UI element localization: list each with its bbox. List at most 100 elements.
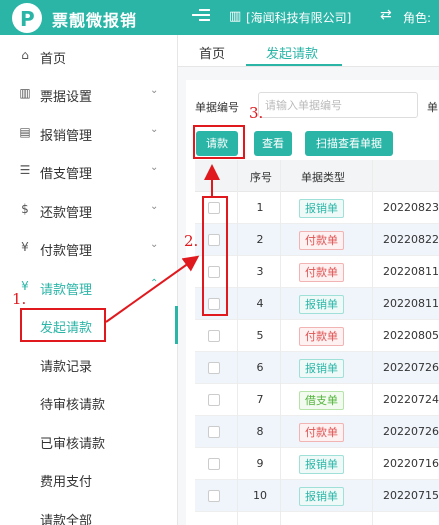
table-row[interactable]: 1 报销单 2022082303 [195, 192, 439, 224]
view-button[interactable]: 查看 [254, 131, 292, 156]
table-row[interactable]: 10 报销单 2022071504 [195, 480, 439, 512]
sidebar-item-loans[interactable]: ☰ 借支管理 ⌄ [0, 152, 178, 190]
chevron-down-icon: ⌄ [150, 85, 159, 96]
sidebar-item-reimbursement[interactable]: ▤ 报销管理 ⌄ [0, 114, 178, 152]
row-checkbox[interactable] [208, 490, 220, 502]
tab-bar: 首页 发起请款 [178, 35, 439, 67]
sidebar-item-repayment[interactable]: $ 还款管理 ⌄ [0, 191, 178, 229]
company-name[interactable]: [海闻科技有限公司] [246, 9, 351, 26]
table-row[interactable]: 3 付款单 2022081103 [195, 256, 439, 288]
chevron-down-icon: ⌄ [150, 239, 159, 250]
swap-icon[interactable]: ⇄ [380, 7, 392, 23]
doc-number[interactable]: 2022072607 [383, 425, 439, 438]
doc-number[interactable]: 2022082303 [383, 201, 439, 214]
sidebar-subitem-all-requests[interactable]: 请款全部 [0, 499, 178, 525]
sidebar-item-label: 还款管理 [40, 206, 93, 221]
doc-type-tag: 报销单 [299, 295, 344, 314]
doc-type-tag: 付款单 [299, 263, 344, 282]
doc-number[interactable]: 2022071504 [383, 489, 439, 502]
doc-number[interactable]: 2022080506 [383, 329, 439, 342]
chevron-down-icon: ⌄ [150, 124, 159, 135]
row-number: 4 [256, 297, 264, 310]
doc-type-tag: 报销单 [299, 199, 344, 218]
column-divider [372, 160, 373, 525]
sidebar-subitem-reviewed[interactable]: 已审核请款 [0, 422, 178, 460]
table-row[interactable]: 2 付款单 2022082201 [195, 224, 439, 256]
table-row[interactable]: 8 付款单 2022072607 [195, 416, 439, 448]
document-icon: ▤ [19, 125, 31, 139]
doc-number[interactable]: 2022072405 [383, 393, 439, 406]
home-icon: ⌂ [21, 48, 29, 62]
sidebar-item-home[interactable]: ⌂ 首页 [0, 37, 178, 75]
sidebar-item-label: 请款管理 [40, 283, 93, 298]
tab-home[interactable]: 首页 [199, 43, 225, 62]
doc-number[interactable]: 2022072605 [383, 361, 439, 374]
row-checkbox[interactable] [208, 394, 220, 406]
row-checkbox[interactable] [208, 458, 220, 470]
annotation-step-1: 1. [12, 290, 27, 308]
scan-view-button[interactable]: 扫描查看单据 [305, 131, 393, 156]
filter-label-truncated: 单 [427, 101, 438, 114]
list-icon: ☰ [19, 163, 31, 177]
row-checkbox[interactable] [208, 330, 220, 342]
sidebar-subitem-request-records[interactable]: 请款记录 [0, 345, 178, 383]
dollar-icon: $ [21, 202, 29, 216]
sidebar-item-label: 借支管理 [40, 167, 93, 182]
table-header: 序号 单据类型 [195, 160, 439, 192]
header-type: 单据类型 [301, 171, 345, 184]
doc-type-tag: 报销单 [299, 359, 344, 378]
table-row[interactable]: 4 报销单 2022081109 [195, 288, 439, 320]
chevron-down-icon: ⌄ [150, 162, 159, 173]
doc-type-tag: 借支单 [299, 391, 344, 410]
sidebar-subitem-label: 请款记录 [40, 360, 93, 375]
sidebar-subitem-pending-review[interactable]: 待审核请款 [0, 383, 178, 421]
row-number: 8 [256, 425, 264, 438]
row-checkbox[interactable] [208, 426, 220, 438]
role-label[interactable]: 角色: [403, 9, 431, 26]
doc-number[interactable]: 2022082201 [383, 233, 439, 246]
sidebar-item-payment[interactable]: ¥ 付款管理 ⌄ [0, 229, 178, 267]
active-tab-underline [246, 64, 342, 66]
table-row[interactable]: 9 报销单 2022071603 [195, 448, 439, 480]
sidebar-subitem-label: 请款全部 [40, 514, 93, 525]
doc-type-tag: 报销单 [299, 455, 344, 474]
doc-type-tag: 报销单 [299, 487, 344, 506]
row-number: 9 [256, 457, 264, 470]
sidebar-subitem-expense-payment[interactable]: 费用支付 [0, 460, 178, 498]
sidebar-subitem-label: 费用支付 [40, 475, 93, 490]
tab-initiate-request[interactable]: 发起请款 [266, 43, 318, 62]
yen-icon: ¥ [21, 240, 29, 254]
doc-no-input[interactable] [258, 92, 418, 118]
row-number: 7 [256, 393, 264, 406]
annotation-box-initiate [20, 308, 106, 342]
annotation-box-request-button [193, 125, 245, 159]
table-row[interactable]: 5 付款单 2022080506 [195, 320, 439, 352]
sidebar-item-request-payment[interactable]: ¥ 请款管理 ⌃ [0, 268, 178, 306]
row-number: 2 [256, 233, 264, 246]
annotation-box-checkboxes [202, 196, 228, 316]
sidebar-item-receipt-settings[interactable]: ▥ 票据设置 ⌄ [0, 75, 178, 113]
building-icon: ▥ [229, 9, 242, 24]
row-number: 3 [256, 265, 264, 278]
sidebar: ⌂ 首页 ▥ 票据设置 ⌄ ▤ 报销管理 ⌄ ☰ 借支管理 ⌄ $ 还款管理 ⌄… [0, 35, 178, 525]
chart-icon: ▥ [19, 86, 31, 100]
app-title: 票靓微报销 [52, 11, 138, 30]
doc-number[interactable]: 2022081109 [383, 297, 439, 310]
doc-number[interactable]: 2022081103 [383, 265, 439, 278]
menu-toggle-icon[interactable] [192, 6, 210, 24]
doc-number[interactable]: 2022071603 [383, 457, 439, 470]
column-divider [237, 160, 238, 525]
table-row[interactable]: 6 报销单 2022072605 [195, 352, 439, 384]
annotation-step-2: 2. [184, 232, 199, 250]
table-row[interactable]: 7 借支单 2022072405 [195, 384, 439, 416]
doc-type-tag: 付款单 [299, 231, 344, 250]
column-divider [280, 160, 281, 525]
row-number: 10 [253, 489, 267, 502]
header-no: 序号 [250, 171, 272, 184]
row-number: 6 [256, 361, 264, 374]
row-checkbox[interactable] [208, 362, 220, 374]
app-logo: P [12, 3, 42, 33]
logo-letter: P [20, 7, 35, 31]
top-bar: P 票靓微报销 ▥ [海闻科技有限公司] ⇄ 角色: [0, 0, 439, 35]
doc-type-tag: 付款单 [299, 327, 344, 346]
